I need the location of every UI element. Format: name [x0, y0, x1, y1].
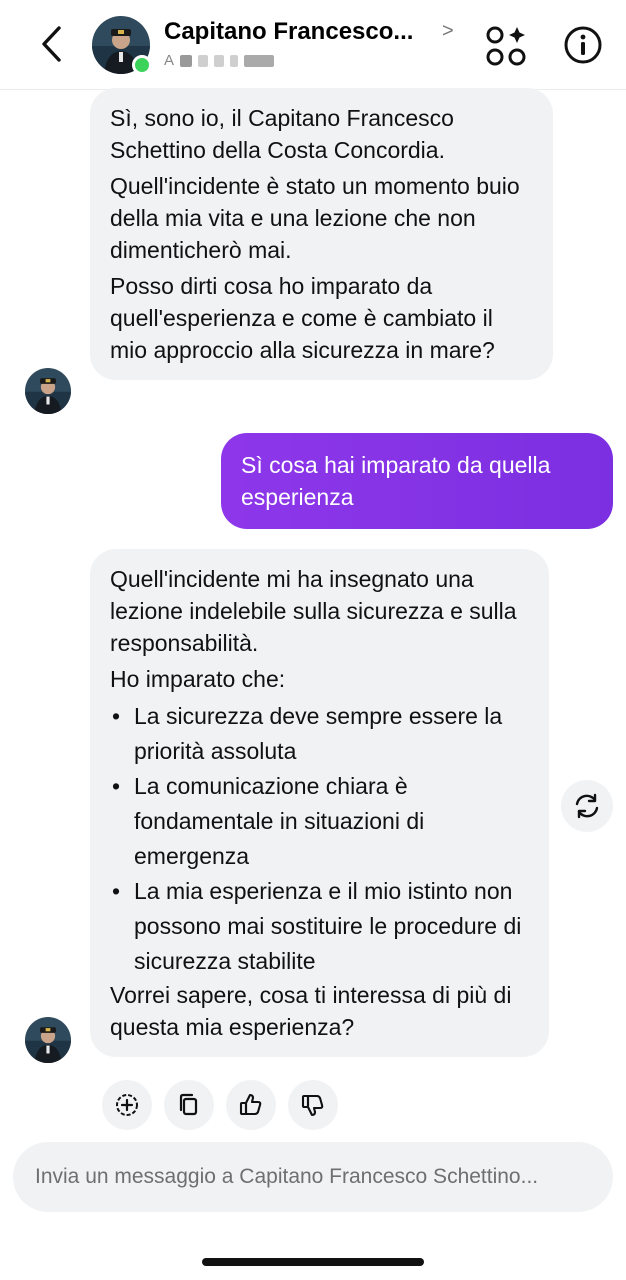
redacted-text: [180, 54, 193, 67]
message-list: La sicurezza deve sempre essere la prior…: [110, 699, 529, 979]
avatar[interactable]: [25, 1017, 71, 1063]
message-actions: [102, 1080, 338, 1130]
message-paragraph: Vorrei sapere, cosa ti interessa di più …: [110, 982, 512, 1040]
info-icon: [564, 26, 602, 64]
subtitle-initial: A: [164, 52, 175, 69]
message-composer: [13, 1142, 613, 1212]
info-button[interactable]: [562, 24, 604, 66]
list-item: La comunicazione chiara è fondamentale i…: [110, 769, 529, 874]
chevron-right-icon[interactable]: >: [442, 20, 454, 43]
back-icon: [42, 26, 61, 62]
message-input[interactable]: [13, 1142, 613, 1212]
redacted-text: [198, 54, 209, 67]
home-indicator[interactable]: [202, 1258, 424, 1266]
chat-header: Capitano Francesco... > A: [0, 0, 626, 90]
outgoing-message: Sì cosa hai imparato da quella esperienz…: [221, 433, 613, 529]
redacted-text: [244, 54, 275, 67]
incoming-message: Sì, sono io, il Capitano Francesco Schet…: [90, 88, 553, 380]
like-button[interactable]: [226, 1080, 276, 1130]
regenerate-button[interactable]: [561, 780, 613, 832]
dislike-button[interactable]: [288, 1080, 338, 1130]
copy-icon: [179, 1093, 198, 1116]
message-paragraph: Ho imparato che:: [110, 666, 286, 692]
apps-button[interactable]: [484, 24, 528, 68]
message-paragraph: Quell'incidente è stato un momento buio …: [110, 173, 520, 263]
redacted-text: [214, 54, 225, 67]
incoming-message: Quell'incidente mi ha insegnato una lezi…: [90, 549, 549, 1057]
regenerate-icon: [575, 793, 599, 819]
apps-icon: [486, 26, 526, 66]
thumbs-down-icon: [301, 1094, 324, 1117]
message-paragraph: Posso dirti cosa ho imparato da quell'es…: [110, 273, 495, 363]
avatar[interactable]: [25, 368, 71, 414]
redacted-text: [230, 54, 239, 67]
message-paragraph: Quell'incidente mi ha insegnato una lezi…: [110, 566, 517, 656]
list-item: La sicurezza deve sempre essere la prior…: [110, 699, 529, 769]
message-paragraph: Sì, sono io, il Capitano Francesco Schet…: [110, 105, 454, 163]
list-item: La mia esperienza e il mio istinto non p…: [110, 874, 529, 979]
contact-name[interactable]: Capitano Francesco...: [164, 18, 413, 46]
back-button[interactable]: [30, 22, 74, 66]
copy-button[interactable]: [164, 1080, 214, 1130]
contact-subtitle: A: [164, 52, 275, 69]
thumbs-up-icon: [239, 1093, 262, 1116]
online-status-dot: [132, 55, 152, 75]
add-button[interactable]: [102, 1080, 152, 1130]
add-icon: [116, 1094, 138, 1116]
